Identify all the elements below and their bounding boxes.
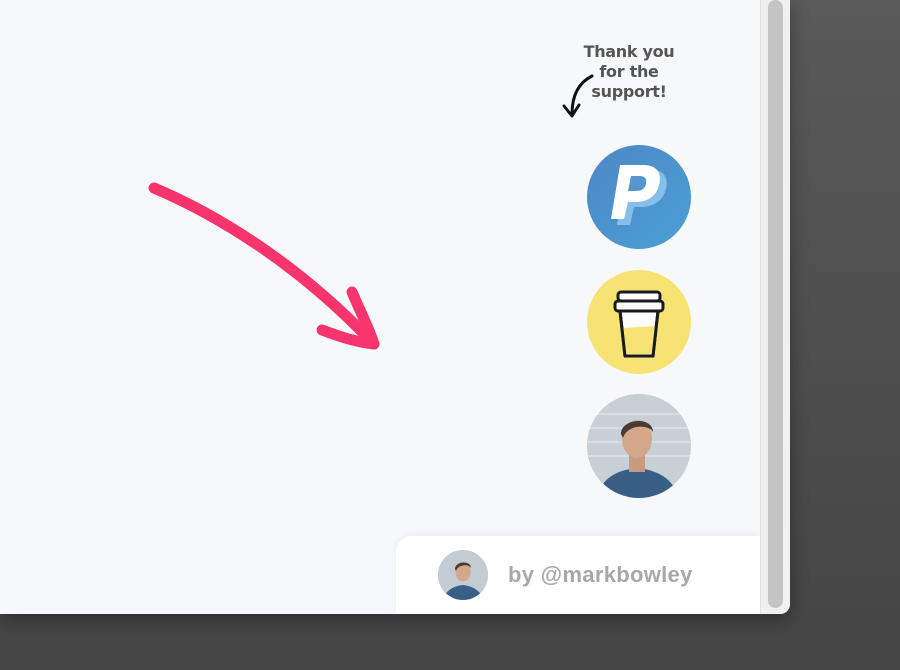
author-photo-icon [438, 550, 488, 600]
app-window: Thank you for the support! by @markbowle… [0, 0, 790, 614]
paypal-icon [611, 165, 667, 225]
pointer-arrow-icon [148, 182, 380, 350]
paypal-button[interactable] [587, 145, 691, 249]
coffee-cup-icon [613, 290, 665, 358]
buy-me-a-coffee-button[interactable] [587, 270, 691, 374]
credit-card[interactable]: by @markbowley [396, 536, 760, 614]
author-avatar-button[interactable] [587, 394, 691, 498]
page-content: Thank you for the support! by @markbowle… [0, 0, 760, 614]
credit-text[interactable]: by @markbowley [508, 562, 693, 588]
curved-arrow-icon [562, 74, 594, 118]
scrollbar-thumb[interactable] [768, 0, 783, 608]
credit-avatar [438, 550, 488, 600]
thank-you-line-1: Thank you [583, 42, 675, 61]
avatar [587, 394, 691, 498]
vertical-scrollbar[interactable] [760, 0, 790, 614]
